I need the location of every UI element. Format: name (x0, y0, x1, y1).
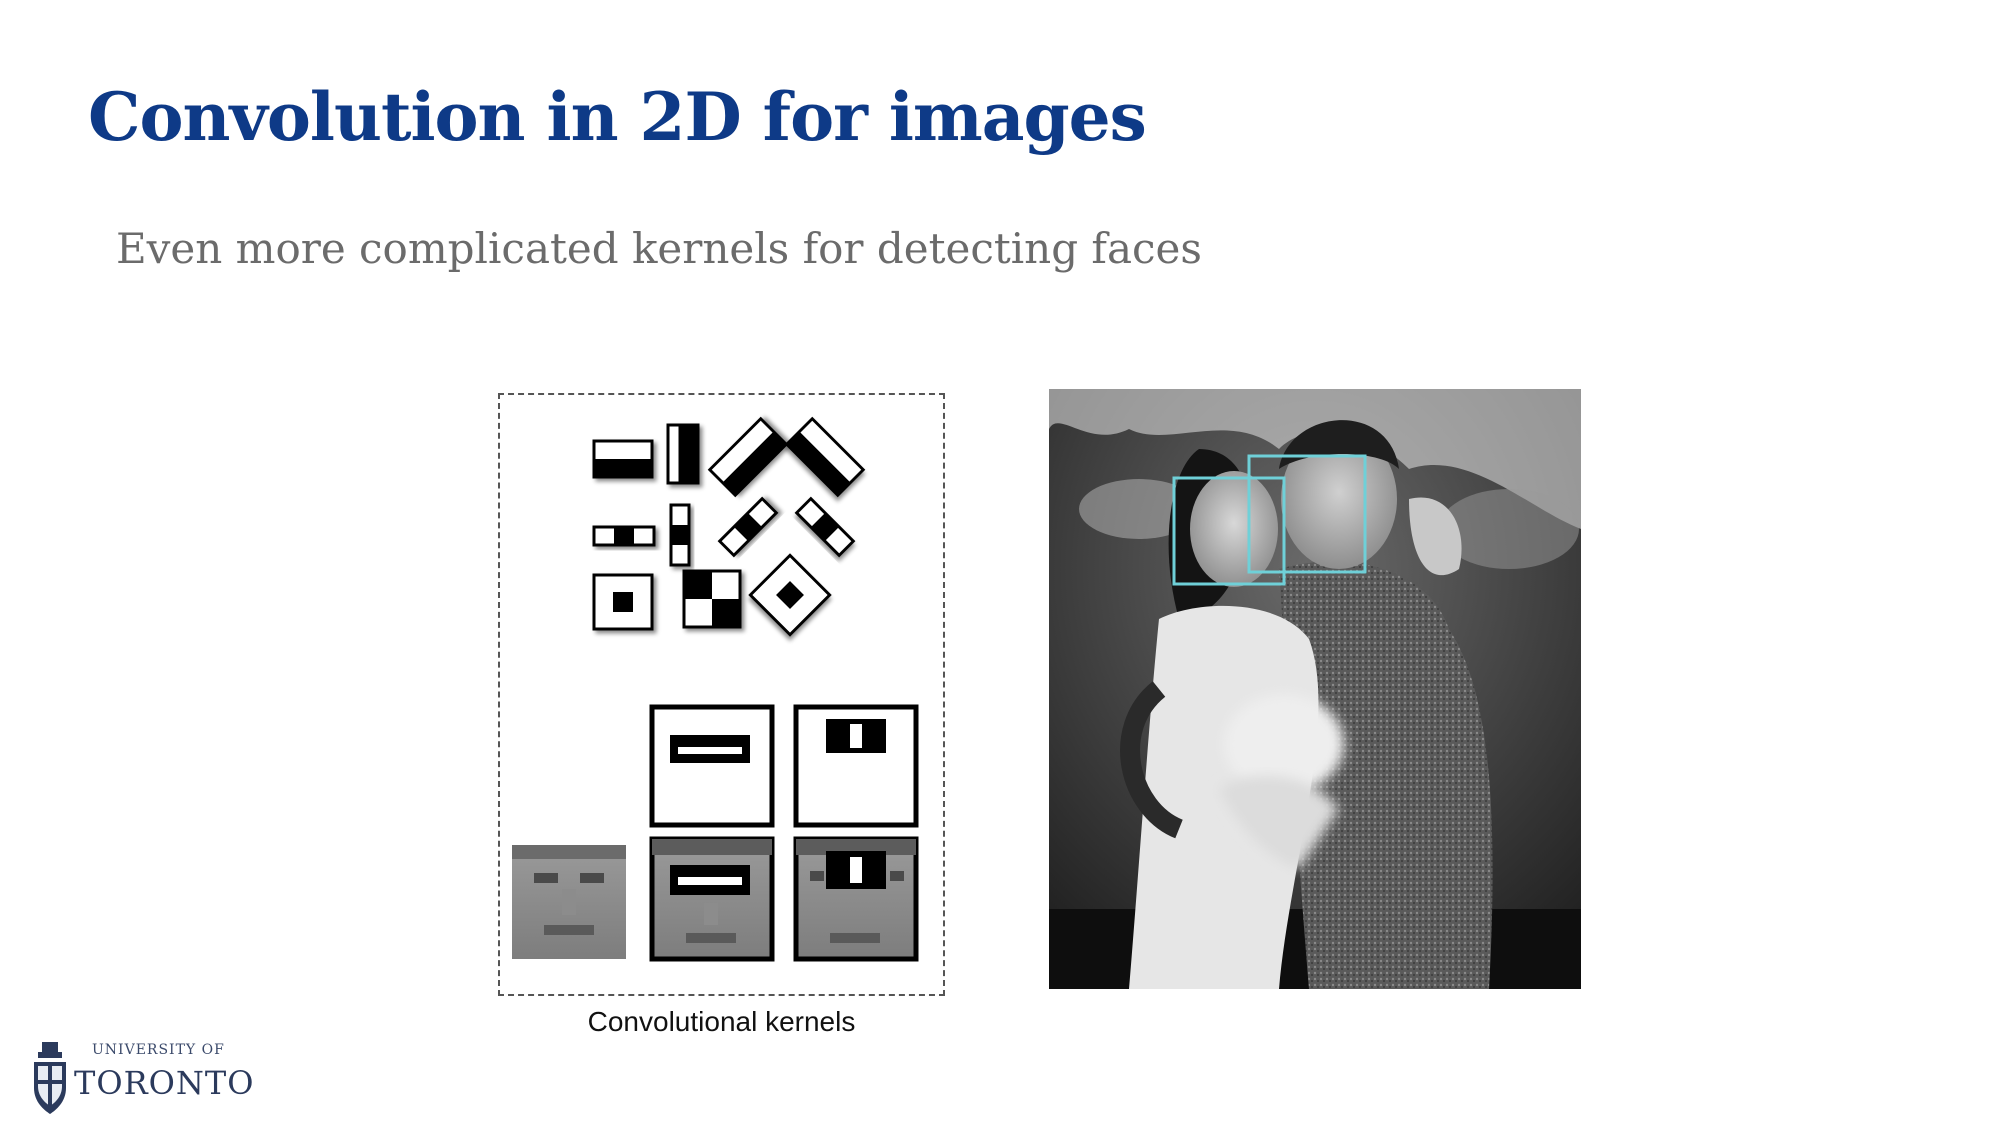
face-sample-eyes-feature (649, 836, 775, 962)
haar-kernel-center-surround-diagonal (748, 553, 832, 637)
face-sample-original (512, 845, 626, 959)
haar-kernel-line-horizontal (592, 525, 656, 547)
slide-title: Convolution in 2D for images (88, 78, 1147, 156)
haar-kernel-edge-vertical (666, 423, 700, 485)
slide-subtitle: Even more complicated kernels for detect… (116, 224, 1202, 273)
haar-kernel-line-diagonal-1 (717, 496, 779, 558)
haar-kernel-edge-diagonal-2 (784, 416, 866, 498)
kernels-figure (498, 393, 945, 996)
kernels-caption: Convolutional kernels (587, 1006, 856, 1037)
haar-kernel-checkerboard (682, 569, 742, 629)
logo-university-of: UNIVERSITY OF (92, 1042, 225, 1058)
crest-icon (34, 1042, 66, 1114)
haar-kernel-center-surround (592, 573, 654, 631)
feature-template-nose-bridge (793, 704, 919, 828)
haar-kernel-line-vertical (669, 503, 691, 567)
feature-template-eyes (649, 704, 775, 828)
haar-kernel-edge-horizontal (592, 439, 654, 479)
face-detection-photo (1049, 389, 1581, 989)
haar-kernel-edge-diagonal-1 (707, 416, 789, 498)
haar-kernel-line-diagonal-2 (794, 496, 856, 558)
face-sample-nose-feature (793, 836, 919, 962)
logo-toronto: TORONTO (74, 1064, 255, 1102)
university-logo: UNIVERSITY OF TORONTO (30, 1040, 253, 1120)
